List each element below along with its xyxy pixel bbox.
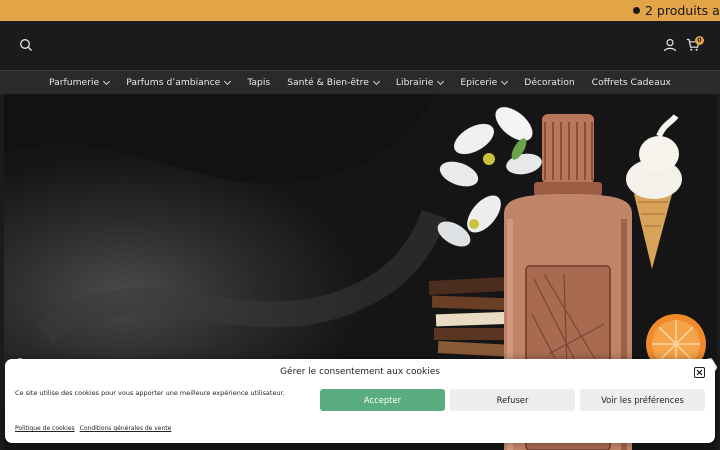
nav-item-decoration[interactable]: Décoration bbox=[516, 77, 583, 88]
nav-item-parfums-ambiance[interactable]: Parfums d’ambiance bbox=[118, 77, 239, 88]
chevron-down-icon bbox=[501, 77, 509, 85]
nav-item-label: Coffrets Cadeaux bbox=[591, 77, 671, 88]
chevron-down-icon bbox=[372, 77, 380, 85]
cookie-consent-banner: Gérer le consentement aux cookies Ce sit… bbox=[5, 359, 715, 443]
close-icon[interactable] bbox=[694, 367, 705, 378]
nav-item-label: Santé & Bien-être bbox=[287, 77, 369, 88]
nav-item-label: Epicerie bbox=[460, 77, 498, 88]
nav-item-label: Décoration bbox=[524, 77, 575, 88]
terms-link[interactable]: Conditions générales de vente bbox=[80, 425, 172, 432]
chevron-down-icon bbox=[224, 77, 232, 85]
promo-bar: 2 produits ach bbox=[0, 0, 720, 21]
nav-item-label: Parfums d’ambiance bbox=[126, 77, 221, 88]
chevron-down-icon bbox=[437, 77, 445, 85]
view-preferences-button[interactable]: Voir les préférences bbox=[580, 389, 705, 411]
cookie-links: Politique de cookies Conditions générales… bbox=[15, 425, 176, 432]
cookie-policy-link[interactable]: Politique de cookies bbox=[15, 425, 75, 432]
promo-message: 2 produits ach bbox=[633, 3, 720, 18]
nav-item-coffrets-cadeaux[interactable]: Coffrets Cadeaux bbox=[583, 77, 679, 88]
nav-item-tapis[interactable]: Tapis bbox=[239, 77, 279, 88]
cart-count-badge: 0 bbox=[695, 36, 704, 45]
cookie-message: Ce site utilise des cookies pour vous ap… bbox=[15, 389, 285, 397]
user-icon[interactable] bbox=[663, 38, 677, 52]
nav-item-epicerie[interactable]: Epicerie bbox=[452, 77, 516, 88]
promo-text: 2 produits ach bbox=[645, 3, 720, 18]
bullet-icon bbox=[633, 7, 640, 14]
chocolate-image bbox=[428, 276, 515, 357]
nav-item-label: Parfumerie bbox=[49, 77, 100, 88]
nav-item-label: Tapis bbox=[247, 77, 271, 88]
chevron-down-icon bbox=[103, 77, 111, 85]
nav-item-librairie[interactable]: Librairie bbox=[387, 77, 451, 88]
ice-cream-image bbox=[626, 114, 682, 269]
nav-item-sante-bien-etre[interactable]: Santé & Bien-être bbox=[279, 77, 388, 88]
main-nav: Parfumerie Parfums d’ambiance Tapis Sant… bbox=[0, 70, 720, 94]
page: 2 produits ach 0 Parfumerie Parfums d’am… bbox=[0, 0, 720, 450]
refuse-cookies-button[interactable]: Refuser bbox=[450, 389, 575, 411]
search-icon[interactable] bbox=[19, 38, 33, 52]
cookie-banner-title: Gérer le consentement aux cookies bbox=[280, 367, 440, 377]
site-header bbox=[0, 21, 720, 70]
nav-item-label: Librairie bbox=[395, 77, 434, 88]
nav-item-parfumerie[interactable]: Parfumerie bbox=[41, 77, 118, 88]
accept-cookies-button[interactable]: Accepter bbox=[320, 389, 445, 411]
